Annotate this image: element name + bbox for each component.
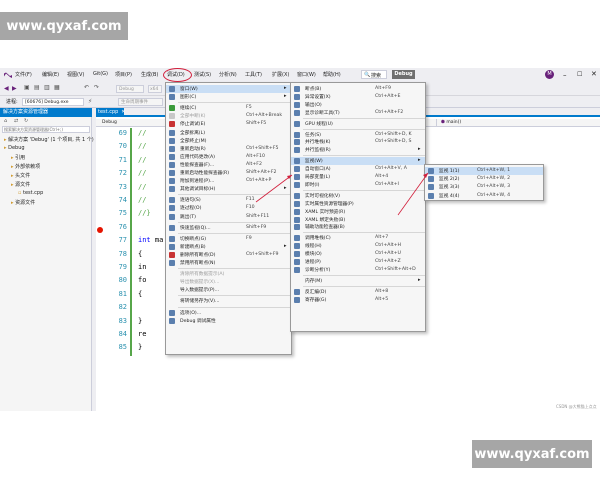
annotation-arrow-2-head <box>423 173 428 178</box>
annotation-arrows <box>255 172 429 216</box>
watermark-bottom: www.qyxaf.com <box>472 440 592 468</box>
annotation-arrow-1 <box>255 174 293 203</box>
vs-window: 文件(F) 编辑(E) 视图(V) Git(G) 项目(P) 生成(B) 调试(D) 测试(S… <box>0 68 600 411</box>
watermark-text: www.qyxaf.com <box>474 446 590 462</box>
annotation-arrow-2 <box>397 172 429 216</box>
credit-text: CSDN @大熊猫上点点 <box>556 404 597 409</box>
watermark-top: www.qyxaf.com <box>0 12 128 40</box>
watermark-text: www.qyxaf.com <box>6 18 122 34</box>
